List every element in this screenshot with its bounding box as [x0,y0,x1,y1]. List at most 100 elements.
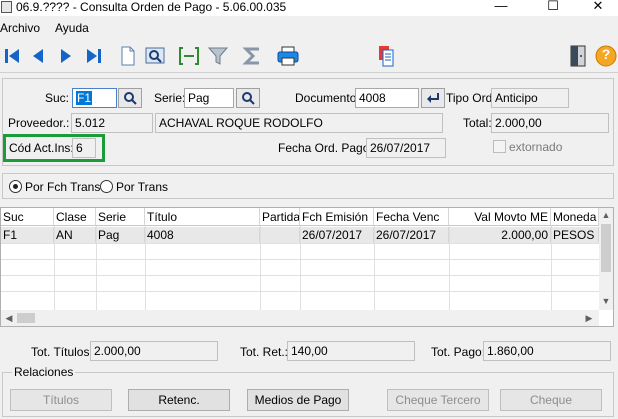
tot-pago-label: Tot. Pago: [431,345,486,359]
sort-fch-trans-label[interactable]: Por Fch Trans [25,180,100,194]
proveedor-label: Proveedor.: [8,116,70,130]
sort-trans-label[interactable]: Por Trans [116,180,168,194]
vertical-scrollbar[interactable]: ▲ ▼ [599,208,613,310]
tot-ret-field: 140,00 [287,341,415,361]
enter-arrow-icon [427,93,439,103]
new-document-icon[interactable] [116,43,140,69]
serie-label: Serie: [154,91,186,105]
col-fecha-venc[interactable]: Fecha Venc [374,208,449,226]
suc-search-button[interactable] [118,88,142,108]
scroll-left-icon[interactable]: ◀ [3,312,15,324]
col-divider [260,226,261,318]
col-partida[interactable]: Partida [260,208,300,226]
serie-field[interactable]: Pag [184,88,234,108]
cell-titulo: 4008 [145,227,260,243]
window-title: 06.9.???? - Consulta Orden de Pago - 5.0… [16,0,287,14]
search-icon [124,92,137,105]
search-icon [242,92,255,105]
sort-fch-trans-radio[interactable] [9,180,22,193]
tot-pago-field: 1.860,00 [483,341,611,361]
documento-field[interactable]: 4008 [355,88,419,108]
maximize-button[interactable]: ☐ [530,0,576,14]
minimize-button[interactable]: — [478,0,524,14]
documents-icon[interactable] [374,43,398,69]
extornado-checkbox[interactable] [493,140,506,153]
extornado-label: extornado [509,140,563,154]
col-val-movto-me[interactable]: Val Movto ME [449,208,551,226]
cell-val-movto-me: 2.000,00 [449,227,551,243]
enter-button[interactable] [421,88,445,108]
help-glyph: ? [601,46,611,62]
documento-label: Documento: [295,91,360,105]
proveedor-code-field: 5.012 [71,113,153,133]
sort-options-panel: Por Fch Trans Por Trans [2,173,614,199]
fecha-orden-field: 26/07/2017 [366,138,446,158]
titles-grid: Suc Clase Serie Título Partida Fch Emisi… [0,207,614,327]
exit-door-icon[interactable] [566,43,590,69]
vertical-scroll-thumb[interactable] [601,224,611,272]
suc-value: F1 [76,91,93,105]
col-divider [145,226,146,318]
title-bar: 06.9.???? - Consulta Orden de Pago - 5.0… [0,0,618,16]
horizontal-scrollbar[interactable]: ◀ ▶ [1,310,599,326]
close-button[interactable]: ✕ [575,0,618,14]
col-fch-emision[interactable]: Fch Emisión [300,208,374,226]
proveedor-name-field: ACHAVAL ROQUE RODOLFO [155,113,443,133]
tot-titulos-label: Tot. Títulos: [31,345,93,359]
tot-ret-label: Tot. Ret.: [240,345,289,359]
next-record-icon[interactable] [54,43,78,69]
cell-suc: F1 [1,227,54,243]
print-icon[interactable] [276,43,300,69]
col-divider [300,226,301,318]
tipo-ord-label: Tipo Ord: [446,91,496,105]
col-divider [449,226,450,318]
select-range-icon[interactable] [177,43,201,69]
menu-archivo[interactable]: Archivo [0,21,40,35]
toolbar: ? [0,39,618,73]
menu-ayuda[interactable]: Ayuda [55,21,89,35]
retenc-button[interactable]: Retenc. [128,389,230,411]
scroll-right-icon[interactable]: ▶ [583,312,595,324]
col-serie[interactable]: Serie [96,208,145,226]
previous-record-icon[interactable] [26,43,50,69]
col-moneda[interactable]: Moneda [551,208,599,226]
sort-trans-radio[interactable] [100,180,113,193]
fecha-orden-label: Fecha Ord. Pago: [278,141,373,155]
col-divider [374,226,375,318]
relaciones-label: Relaciones [12,365,76,379]
filter-icon[interactable] [206,43,230,69]
cell-serie: Pag [96,227,145,243]
suc-label: Suc: [45,91,70,105]
last-record-icon[interactable] [82,43,106,69]
cell-partida [260,227,300,243]
titulos-button[interactable]: Títulos [10,389,112,411]
help-icon[interactable]: ? [594,43,618,69]
horizontal-scroll-thumb[interactable] [17,313,35,323]
col-divider [96,226,97,318]
col-titulo[interactable]: Título [145,208,260,226]
col-suc[interactable]: Suc [1,208,54,226]
cell-moneda: PESOS [551,227,599,243]
col-clase[interactable]: Clase [54,208,96,226]
app-icon [1,1,12,13]
medios-de-pago-button[interactable]: Medios de Pago [247,389,349,411]
scroll-down-icon[interactable]: ▼ [599,294,613,308]
serie-search-button[interactable] [236,88,260,108]
total-label: Total: [463,116,492,130]
scroll-up-icon[interactable]: ▲ [599,208,613,222]
header-panel: Suc: F1 Serie: Pag Documento: 4008 Tipo … [2,78,614,166]
suc-field[interactable]: F1 [72,88,117,108]
tipo-ord-field: Anticipo [491,88,569,108]
total-field: 2.000,00 [491,113,609,133]
preview-icon[interactable] [143,43,167,69]
sum-icon[interactable] [241,43,265,69]
cheque-button[interactable]: Cheque [500,389,602,411]
cheque-tercero-button[interactable]: Cheque Tercero [387,389,489,411]
tot-titulos-field: 2.000,00 [90,341,218,361]
cell-fch-emision: 26/07/2017 [300,227,374,243]
cell-fecha-venc: 26/07/2017 [374,227,449,243]
cod-act-field: 6 [72,138,96,158]
col-divider [551,226,552,318]
menu-bar: Archivo Ayuda [0,19,618,39]
first-record-icon[interactable] [0,43,24,69]
